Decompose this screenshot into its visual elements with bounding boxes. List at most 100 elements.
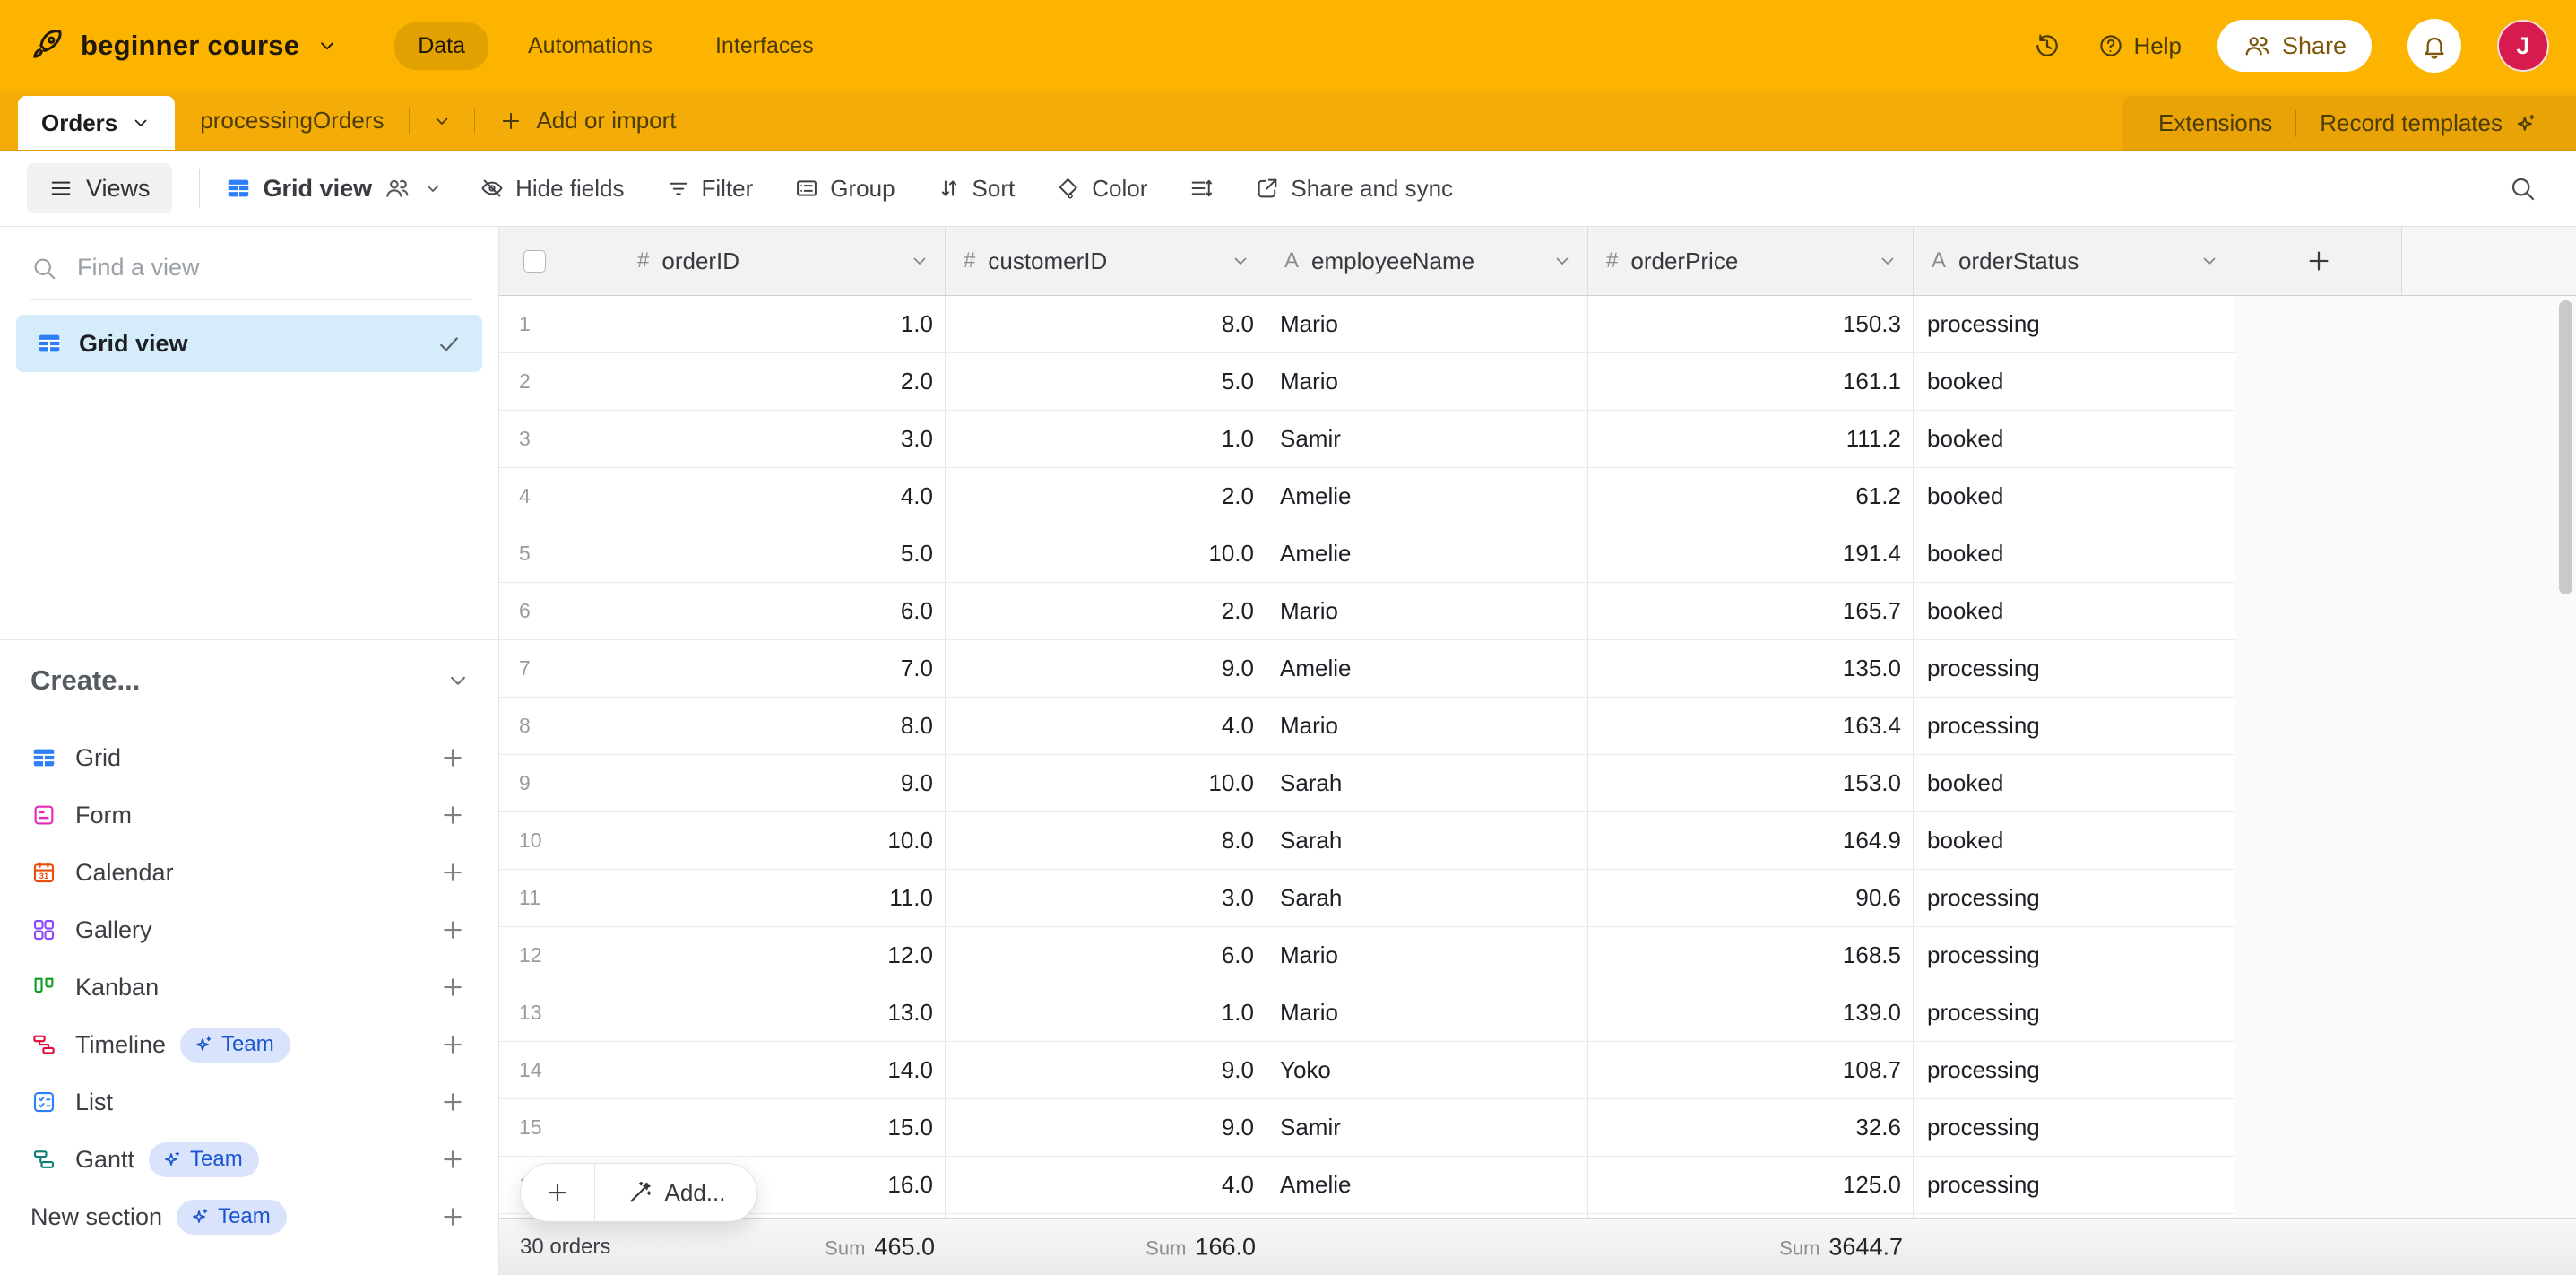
create-section-header[interactable]: Create... [30, 664, 471, 697]
table-row[interactable]: 1515.09.0Samir32.6processing [499, 1099, 2235, 1157]
cell-employeename[interactable]: Mario [1266, 698, 1588, 755]
user-avatar[interactable]: J [2497, 20, 2549, 72]
field-chevron-icon[interactable] [1230, 250, 1251, 272]
table-row[interactable]: 1111.03.0Sarah90.6processing [499, 870, 2235, 927]
table-row[interactable]: 44.02.0Amelie61.2booked [499, 468, 2235, 525]
tab-processing-orders[interactable]: processingOrders [175, 107, 409, 134]
current-view-button[interactable]: Grid view [225, 175, 445, 203]
cell-employeename[interactable]: Yoko [1266, 1042, 1588, 1099]
cell-orderid[interactable]: 99.0 [499, 755, 946, 812]
cell-customerid[interactable]: 9.0 [946, 1042, 1266, 1099]
field-chevron-icon[interactable] [1552, 250, 1573, 272]
hide-fields-button[interactable]: Hide fields [480, 175, 624, 203]
cell-orderid[interactable]: 44.0 [499, 468, 946, 525]
cell-orderstatus[interactable]: processing [1914, 927, 2235, 984]
cell-employeename[interactable]: Amelie [1266, 1157, 1588, 1214]
cell-orderstatus[interactable]: booked [1914, 353, 2235, 411]
column-header-employeename[interactable]: AemployeeName [1266, 227, 1588, 296]
cell-orderprice[interactable]: 61.2 [1588, 468, 1914, 525]
cell-employeename[interactable]: Samir [1266, 411, 1588, 468]
help-button[interactable]: Help [2097, 32, 2181, 60]
add-record-button[interactable] [521, 1179, 594, 1206]
table-row[interactable]: 55.010.0Amelie191.4booked [499, 525, 2235, 583]
search-button[interactable] [2508, 174, 2549, 203]
create-item-list[interactable]: List [0, 1073, 498, 1131]
extensions-button[interactable]: Extensions [2158, 109, 2272, 137]
cell-orderprice[interactable]: 163.4 [1588, 698, 1914, 755]
cell-customerid[interactable]: 5.0 [946, 353, 1266, 411]
cell-customerid[interactable]: 10.0 [946, 525, 1266, 583]
cell-orderid[interactable]: 33.0 [499, 411, 946, 468]
tab-orders-chevron-icon[interactable] [130, 112, 151, 134]
cell-customerid[interactable]: 2.0 [946, 583, 1266, 640]
cell-orderid[interactable]: 1212.0 [499, 927, 946, 984]
create-item-grid[interactable]: Grid [0, 729, 498, 786]
table-row[interactable]: 77.09.0Amelie135.0processing [499, 640, 2235, 698]
table-row[interactable]: 66.02.0Mario165.7booked [499, 583, 2235, 640]
cell-orderstatus[interactable]: processing [1914, 698, 2235, 755]
cell-orderstatus[interactable]: processing [1914, 640, 2235, 698]
cell-orderstatus[interactable]: processing [1914, 1157, 2235, 1214]
top-nav-interfaces[interactable]: Interfaces [692, 22, 837, 70]
cell-employeename[interactable]: Amelie [1266, 640, 1588, 698]
tab-orders[interactable]: Orders [18, 96, 175, 150]
add-field-button[interactable] [2235, 227, 2402, 296]
column-header-orderid[interactable]: #orderID [499, 227, 946, 296]
cell-customerid[interactable]: 4.0 [946, 698, 1266, 755]
add-view-button[interactable] [439, 1146, 466, 1173]
cell-orderprice[interactable]: 111.2 [1588, 411, 1914, 468]
cell-orderstatus[interactable]: booked [1914, 468, 2235, 525]
color-button[interactable]: Color [1056, 175, 1147, 203]
cell-orderid[interactable]: 1111.0 [499, 870, 946, 927]
cell-orderprice[interactable]: 165.7 [1588, 583, 1914, 640]
cell-employeename[interactable]: Sarah [1266, 755, 1588, 812]
create-item-timeline[interactable]: TimelineTeam [0, 1016, 498, 1073]
add-with-ai-button[interactable]: Add... [595, 1179, 756, 1207]
cell-orderprice[interactable]: 191.4 [1588, 525, 1914, 583]
select-all-checkbox[interactable] [523, 250, 546, 273]
tab-list-chevron-button[interactable] [410, 110, 474, 132]
cell-orderid[interactable]: 22.0 [499, 353, 946, 411]
base-chevron-down-icon[interactable] [316, 34, 339, 57]
cell-employeename[interactable]: Sarah [1266, 812, 1588, 870]
cell-customerid[interactable]: 1.0 [946, 411, 1266, 468]
table-row[interactable]: 1414.09.0Yoko108.7processing [499, 1042, 2235, 1099]
cell-orderid[interactable]: 1414.0 [499, 1042, 946, 1099]
group-button[interactable]: Group [794, 175, 895, 203]
cell-customerid[interactable]: 9.0 [946, 1099, 1266, 1157]
cell-employeename[interactable]: Amelie [1266, 468, 1588, 525]
share-button[interactable]: Share [2217, 20, 2372, 72]
table-row[interactable]: 1212.06.0Mario168.5processing [499, 927, 2235, 984]
cell-orderstatus[interactable]: booked [1914, 583, 2235, 640]
cell-orderid[interactable]: 88.0 [499, 698, 946, 755]
cell-orderstatus[interactable]: booked [1914, 812, 2235, 870]
table-row[interactable]: 99.010.0Sarah153.0booked [499, 755, 2235, 812]
create-chevron-icon[interactable] [445, 667, 471, 694]
cell-customerid[interactable]: 6.0 [946, 927, 1266, 984]
cell-orderprice[interactable]: 90.6 [1588, 870, 1914, 927]
cell-orderprice[interactable]: 168.5 [1588, 927, 1914, 984]
find-view-input[interactable] [77, 254, 418, 282]
cell-orderprice[interactable]: 153.0 [1588, 755, 1914, 812]
row-height-button[interactable] [1189, 176, 1214, 201]
cell-orderprice[interactable]: 150.3 [1588, 296, 1914, 353]
table-row[interactable]: 11.08.0Mario150.3processing [499, 296, 2235, 353]
cell-orderid[interactable]: 1313.0 [499, 984, 946, 1042]
cell-orderstatus[interactable]: processing [1914, 296, 2235, 353]
table-row[interactable]: 33.01.0Samir111.2booked [499, 411, 2235, 468]
add-view-button[interactable] [439, 1089, 466, 1115]
cell-orderprice[interactable]: 125.0 [1588, 1157, 1914, 1214]
column-header-orderstatus[interactable]: AorderStatus [1914, 227, 2235, 296]
add-view-button[interactable] [439, 859, 466, 886]
create-item-gallery[interactable]: Gallery [0, 901, 498, 958]
add-view-button[interactable] [439, 974, 466, 1001]
cell-orderstatus[interactable]: processing [1914, 1042, 2235, 1099]
notifications-button[interactable] [2407, 19, 2461, 73]
cell-orderstatus[interactable]: processing [1914, 870, 2235, 927]
add-view-button[interactable] [439, 1203, 466, 1230]
cell-orderstatus[interactable]: booked [1914, 755, 2235, 812]
record-templates-button[interactable]: Record templates [2320, 109, 2538, 137]
field-chevron-icon[interactable] [2199, 250, 2220, 272]
cell-orderstatus[interactable]: processing [1914, 984, 2235, 1042]
create-item-kanban[interactable]: Kanban [0, 958, 498, 1016]
